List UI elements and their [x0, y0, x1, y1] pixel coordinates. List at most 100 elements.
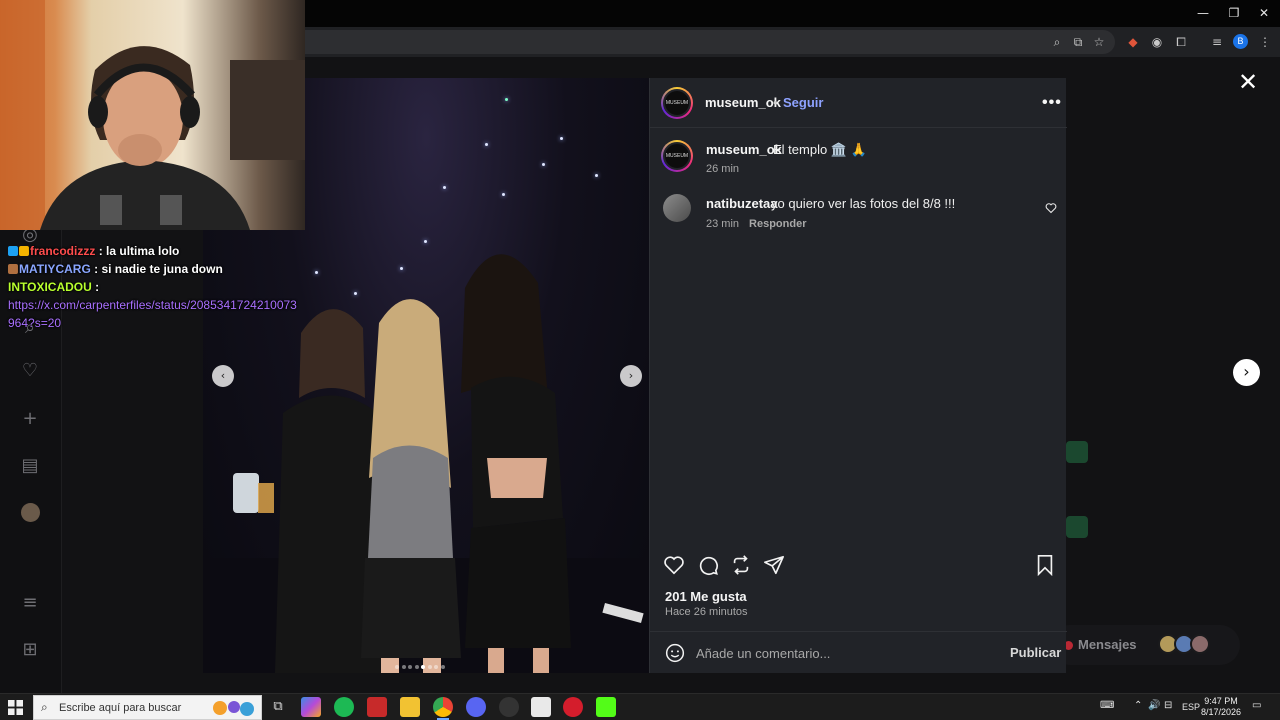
- volume-icon[interactable]: 🔊: [1148, 700, 1160, 711]
- emoji-icon[interactable]: [665, 643, 685, 663]
- commenter-username[interactable]: natibuzetaa: [706, 196, 778, 211]
- menu-icon[interactable]: ≡: [20, 593, 40, 613]
- extension-2-icon[interactable]: ◉: [1149, 34, 1165, 50]
- like-comment-heart-icon[interactable]: [1045, 202, 1057, 214]
- comment-bubble-icon[interactable]: [697, 554, 719, 576]
- reply-button[interactable]: Responder: [749, 218, 806, 230]
- address-bar[interactable]: [305, 30, 1115, 54]
- close-modal-button[interactable]: ✕: [1236, 70, 1260, 94]
- chat-message: francodizzz : la ultima lolo: [8, 242, 298, 260]
- carousel-dot: [427, 665, 432, 669]
- chat-text: : la ultima lolo: [98, 244, 180, 258]
- share-send-icon[interactable]: [763, 554, 785, 576]
- repost-icon[interactable]: [730, 554, 752, 576]
- carousel-dot: [414, 665, 419, 669]
- keyboard-icon[interactable]: ⌨: [1100, 700, 1114, 711]
- tray-expand-icon[interactable]: ⌃: [1134, 700, 1142, 711]
- chat-message: MATIYCARG : si nadie te juna down: [8, 260, 298, 278]
- app-icon[interactable]: [531, 697, 551, 717]
- carousel-dot: [408, 665, 412, 669]
- media-icon[interactable]: ≡: [1209, 34, 1225, 50]
- carousel-dot: [440, 665, 445, 669]
- save-bookmark-icon[interactable]: [1034, 554, 1056, 576]
- discord-icon[interactable]: [466, 697, 486, 717]
- opera-icon[interactable]: [563, 697, 583, 717]
- chat-message: INTOXICADOU :: [8, 278, 298, 296]
- voice-mod-icon[interactable]: [367, 697, 387, 717]
- background-badge: [1066, 516, 1088, 538]
- author-avatar[interactable]: MUSEUM: [661, 87, 693, 119]
- author-username[interactable]: museum_ok: [705, 95, 781, 110]
- caption-author-username[interactable]: museum_ok: [706, 142, 782, 157]
- publish-button[interactable]: Publicar: [1010, 645, 1061, 660]
- chat-username[interactable]: francodizzz: [30, 244, 95, 258]
- post-header: MUSEUM museum_ok • Seguir •••: [650, 78, 1067, 128]
- chat-link[interactable]: https://x.com/carpenterfiles/status/2085…: [8, 296, 298, 332]
- taskbar-search[interactable]: ⌕ Escribe aquí para buscar: [33, 695, 262, 720]
- likes-count[interactable]: 201 Me gusta: [665, 589, 747, 604]
- messages-label[interactable]: Mensajes: [1078, 637, 1137, 652]
- kick-icon[interactable]: [596, 697, 616, 717]
- file-explorer-icon[interactable]: [400, 697, 420, 717]
- dashboard-icon[interactable]: ▤: [20, 456, 40, 476]
- next-post-button[interactable]: ›: [1233, 359, 1260, 386]
- post-time: Hace 26 minutos: [665, 606, 748, 618]
- minimize-button[interactable]: —: [1188, 4, 1218, 22]
- obs-icon[interactable]: [499, 697, 519, 717]
- chat-username[interactable]: INTOXICADOU: [8, 280, 92, 294]
- copilot-icon[interactable]: [301, 697, 321, 717]
- profile-avatar[interactable]: B: [1233, 34, 1248, 49]
- webcam-figure: [0, 0, 305, 230]
- carousel-dot: [434, 665, 438, 669]
- more-apps-icon[interactable]: ⊞: [20, 640, 40, 660]
- chat-badge-icon: [8, 264, 18, 274]
- caption-time: 26 min: [706, 163, 740, 175]
- spotify-icon[interactable]: [334, 697, 354, 717]
- carousel-next-button[interactable]: ›: [620, 365, 642, 387]
- streamer-webcam: [0, 0, 305, 230]
- carousel-dot: [395, 665, 399, 669]
- comment-input[interactable]: [696, 644, 996, 662]
- notification-center-icon[interactable]: ▭: [1252, 700, 1261, 711]
- zoom-icon[interactable]: ⌕: [1049, 34, 1065, 50]
- bookmark-star-icon[interactable]: ☆: [1091, 34, 1107, 50]
- caption-author-avatar[interactable]: MUSEUM: [661, 140, 693, 172]
- search-highlight-art: [213, 701, 254, 716]
- caption-text: El templo 🏛️ 🙏: [773, 142, 867, 157]
- carousel-dot: [401, 665, 406, 669]
- comment-text: yo quiero ver las fotos del 8/8 !!!: [771, 196, 956, 211]
- chat-badge-icon: [8, 246, 18, 256]
- clock-date: 8/17/2026: [1200, 707, 1242, 717]
- restore-button[interactable]: ❐: [1219, 4, 1249, 22]
- chat-text: :: [95, 280, 100, 294]
- kebab-menu-icon[interactable]: ⋮: [1257, 34, 1273, 50]
- post-actions: [650, 550, 1067, 582]
- puzzle-icon[interactable]: ⧠: [1173, 34, 1189, 50]
- carousel-dot: [421, 665, 425, 669]
- commenter-avatar[interactable]: [663, 194, 691, 222]
- chat-badge-icon: [19, 246, 29, 256]
- screen: — ❐ ✕ ⌕ ⧉ ☆ ◆ ◉ ⧠ ≡ B ⋮ ◎ ⌕ ♡ + ▤ ≡ ⊞ Me…: [0, 0, 1280, 720]
- network-icon[interactable]: ⊟: [1164, 700, 1172, 711]
- more-options-button[interactable]: •••: [1042, 94, 1062, 112]
- notifications-heart-icon[interactable]: ♡: [20, 361, 40, 381]
- stream-chat: francodizzz : la ultima lolo MATIYCARG : …: [8, 242, 298, 332]
- chrome-icon[interactable]: [433, 697, 453, 720]
- like-heart-icon[interactable]: [663, 554, 685, 576]
- task-view-icon[interactable]: ⧉: [268, 697, 288, 717]
- extension-1-icon[interactable]: ◆: [1125, 34, 1141, 50]
- chat-text: : si nadie te juna down: [94, 262, 223, 276]
- create-plus-icon[interactable]: +: [20, 409, 40, 429]
- window-close-button[interactable]: ✕: [1249, 4, 1279, 22]
- chat-username[interactable]: MATIYCARG: [19, 262, 91, 276]
- separator-dot: •: [773, 95, 778, 110]
- install-icon[interactable]: ⧉: [1070, 34, 1086, 50]
- follow-button[interactable]: Seguir: [783, 95, 823, 110]
- windows-start-icon[interactable]: [8, 700, 23, 715]
- comment-meta: 23 min Responder: [706, 218, 807, 230]
- comment-time: 23 min: [706, 218, 740, 230]
- clock-time: 9:47 PM: [1204, 696, 1238, 706]
- carousel-prev-button[interactable]: ‹: [212, 365, 234, 387]
- system-clock[interactable]: 9:47 PM 8/17/2026: [1195, 696, 1247, 718]
- profile-avatar-small[interactable]: [21, 503, 40, 522]
